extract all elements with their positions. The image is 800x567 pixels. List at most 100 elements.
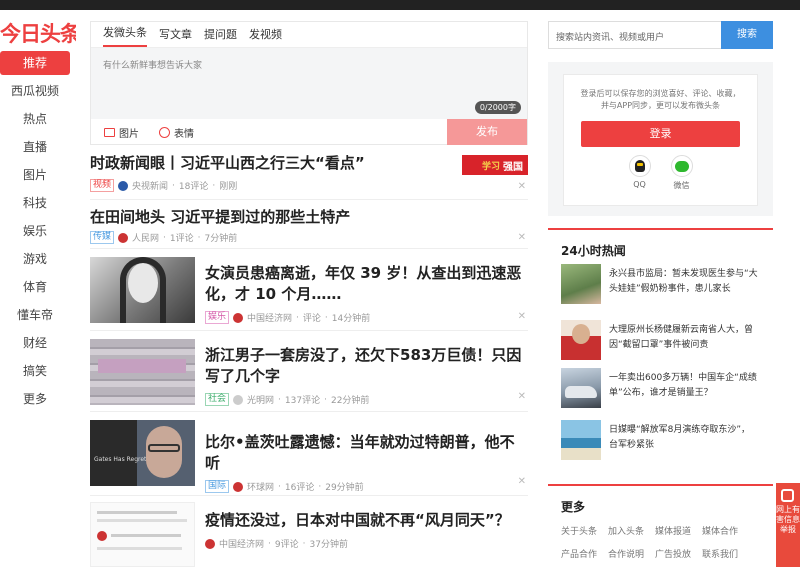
composer-toolbar: 图片 表情 发布 [91,119,527,145]
add-emoji-button[interactable]: 表情 [159,125,194,140]
portrait-hair [120,257,166,323]
thumbnail-line [111,534,181,537]
nav-item-live[interactable]: 直播 [0,135,70,159]
thumbnail-line [97,519,187,522]
source-name[interactable]: 光明网 [247,393,274,406]
thumbnail-line [97,547,182,550]
link-media-cooperation[interactable]: 媒体合作 [702,524,738,537]
nav-item-games[interactable]: 游戏 [0,247,70,271]
tab-ask-question[interactable]: 提问题 [204,26,237,47]
feed-item-title[interactable]: 浙江男子一套房没了，还欠下583万巨债！只因写了几个字 [205,345,528,387]
hot-news-headline[interactable]: 日媒曝“解放军8月演练夺取东沙”，台军秒紧张 [609,423,759,453]
feed-thumbnail[interactable] [90,257,195,323]
nav-item-recommend[interactable]: 推荐 [0,51,70,75]
link-cooperation-notes[interactable]: 合作说明 [608,547,644,560]
feed-item[interactable]: 疫情还没过，日本对中国就不再“风月同天”？ 中国经济网 · 9评论 · 37分钟… [90,496,528,567]
tab-post-video[interactable]: 发视频 [249,26,282,47]
link-contact[interactable]: 联系我们 [702,547,738,560]
search-button[interactable]: 搜索 [721,21,773,49]
feed-item-title[interactable]: 时政新闻眼丨习近平山西之行三大“看点” [90,153,365,174]
meta-separator: · [296,312,299,323]
feed-thumbnail[interactable]: Gates Has Regrets [90,420,195,486]
feed-item-meta: 传媒 人民网 · 1评论 · 7分钟前 [90,231,237,244]
hot-news-item[interactable]: 大理原州长杨健履新云南省人大，曾因“截留口罩”事件被问责 [561,320,773,364]
comment-count[interactable]: 1评论 [170,231,194,244]
feed-item-meta: 中国经济网 · 9评论 · 37分钟前 [205,537,528,550]
nav-item-funny[interactable]: 搞笑 [0,359,70,383]
feed-item-title[interactable]: 女演员患癌离逝，年仅 39 岁！从查出到迅速恶化，才 10 个月…… [205,263,528,305]
publish-time: 29分钟前 [325,483,364,493]
xuexi-qiangguo-badge[interactable]: 学习 强国 [462,155,528,175]
hot-news-headline[interactable]: 大理原州长杨健履新云南省人大，曾因“截留口罩”事件被问责 [609,323,759,353]
feed-item-title[interactable]: 疫情还没过，日本对中国就不再“风月同天”？ [205,510,528,531]
feed-item[interactable]: 在田间地头 习近平提到过的那些土特产 传媒 人民网 · 1评论 · 7分钟前 ✕ [90,200,528,249]
source-name[interactable]: 环球网 [247,480,274,493]
link-product-cooperation[interactable]: 产品合作 [561,547,597,560]
feed-item[interactable]: 时政新闻眼丨习近平山西之行三大“看点” 学习 强国 视频 央视新闻 · 18评论… [90,145,528,200]
hot-news-thumbnail[interactable] [561,264,601,304]
comment-count[interactable]: 评论 [303,311,321,324]
dismiss-icon[interactable]: ✕ [518,391,526,402]
link-advertising[interactable]: 广告投放 [655,547,691,560]
composer-textarea[interactable]: 有什么新鲜事想告诉大家 0/2000字 [91,48,527,119]
feed-thumbnail[interactable] [90,502,195,567]
feed-item[interactable]: Gates Has Regrets 比尔•盖茨吐露遗憾：当年就劝过特朗普，他不听… [90,412,528,496]
nav-item-images[interactable]: 图片 [0,163,70,187]
nav-item-entertainment[interactable]: 娱乐 [0,219,70,243]
link-media-reports[interactable]: 媒体报道 [655,524,691,537]
char-counter: 0/2000字 [474,101,521,114]
comment-count[interactable]: 16评论 [285,480,314,493]
nav-item-sports[interactable]: 体育 [0,275,70,299]
meta-separator: · [268,538,271,549]
publish-time: 22分钟前 [330,396,370,406]
hot-news-panel: 24小时热闻 永兴县市监局：暂未发现医生参与“大头娃娃”假奶粉事件，患儿家长 大… [548,228,773,460]
dismiss-icon[interactable]: ✕ [518,181,526,192]
source-name[interactable]: 中国经济网 [219,537,264,550]
search-input[interactable]: 搜索站内资讯、视频或用户 [548,21,721,49]
hot-news-thumbnail[interactable] [561,420,601,460]
qq-login[interactable]: QQ [628,155,651,191]
nav-item-dongchedi[interactable]: 懂车帝 [0,303,70,327]
hot-news-thumbnail[interactable] [561,368,601,408]
hot-news-headline[interactable]: 永兴县市监局：暂未发现医生参与“大头娃娃”假奶粉事件，患儿家长 [609,267,759,297]
source-name[interactable]: 中国经济网 [247,311,292,324]
thumbnail-strip [98,359,186,373]
qq-label: QQ [633,180,646,189]
feed-item[interactable]: 浙江男子一套房没了，还欠下583万巨债！只因写了几个字 社会 光明网 · 137… [90,331,528,412]
comment-count[interactable]: 9评论 [275,537,299,550]
feed-item-title[interactable]: 比尔•盖茨吐露遗憾：当年就劝过特朗普，他不听 [205,432,528,474]
nav-item-hot[interactable]: 热点 [0,107,70,131]
comment-count[interactable]: 18评论 [179,179,208,192]
link-join[interactable]: 加入头条 [608,524,644,537]
nav-item-tech[interactable]: 科技 [0,191,70,215]
wechat-login[interactable]: 微信 [670,155,693,191]
hot-news-item[interactable]: 日媒曝“解放军8月演练夺取东沙”，台军秒紧张 [561,420,773,464]
publish-button[interactable]: 发布 [447,119,527,145]
feed-thumbnail[interactable] [90,339,195,405]
hot-news-item[interactable]: 一年卖出600多万辆！中国车企“成绩单”公布，谁才是销量王？ [561,368,773,412]
dismiss-icon[interactable]: ✕ [518,311,526,322]
nav-item-xigua-video[interactable]: 西瓜视频 [0,79,70,103]
add-emoji-label: 表情 [174,128,194,140]
comment-count[interactable]: 137评论 [285,393,320,406]
login-button[interactable]: 登录 [581,121,740,147]
link-about[interactable]: 关于头条 [561,524,597,537]
hot-news-thumbnail[interactable] [561,320,601,360]
wechat-icon [670,155,693,177]
dismiss-icon[interactable]: ✕ [518,476,526,487]
site-logo[interactable]: 今日头条 [0,18,76,46]
dismiss-icon[interactable]: ✕ [518,232,526,243]
source-name[interactable]: 人民网 [132,231,159,244]
hot-news-item[interactable]: 永兴县市监局：暂未发现医生参与“大头娃娃”假奶粉事件，患儿家长 [561,264,773,308]
nav-item-finance[interactable]: 财经 [0,331,70,355]
harmful-info-report-button[interactable]: 网上有害信息举报 [776,483,800,567]
feed-item-title[interactable]: 在田间地头 习近平提到过的那些土特产 [90,207,350,228]
meta-separator: · [278,481,281,492]
tab-write-article[interactable]: 写文章 [159,26,192,47]
add-image-button[interactable]: 图片 [104,125,139,140]
hot-news-headline[interactable]: 一年卖出600多万辆！中国车企“成绩单”公布，谁才是销量王？ [609,371,759,401]
nav-item-more[interactable]: 更多 [0,387,70,411]
tab-micro-post[interactable]: 发微头条 [103,24,147,47]
source-name[interactable]: 央视新闻 [132,179,168,192]
feed-item[interactable]: 女演员患癌离逝，年仅 39 岁！从查出到迅速恶化，才 10 个月…… 娱乐 中国… [90,249,528,331]
